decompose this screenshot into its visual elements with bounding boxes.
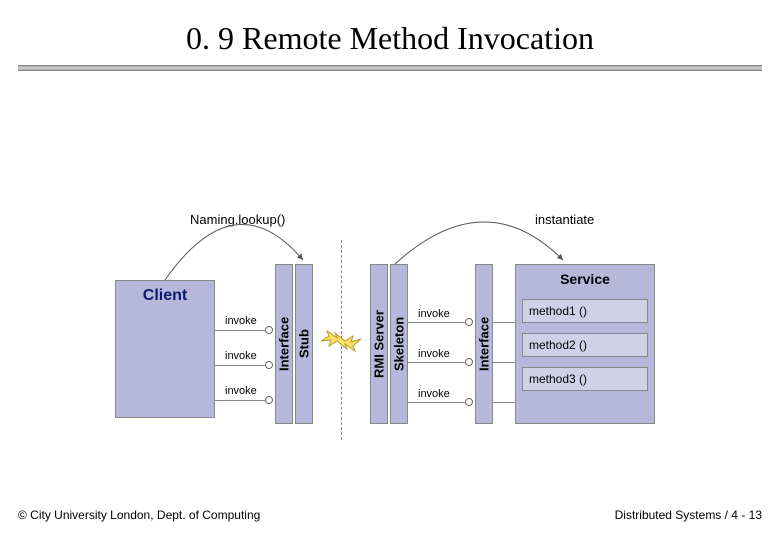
invoke-label: invoke	[418, 388, 450, 400]
connector-endpoint	[265, 396, 273, 404]
iface-service-connector	[493, 402, 515, 403]
connector-endpoint	[265, 326, 273, 334]
method-item: method1 ()	[522, 299, 648, 323]
invoke-connector	[215, 400, 265, 401]
skeleton-label: Skeleton	[392, 317, 407, 371]
interface-left-label: Interface	[277, 317, 292, 371]
interface-right-box: Interface	[475, 264, 493, 424]
client-label: Client	[143, 287, 187, 305]
invoke-label: invoke	[418, 348, 450, 360]
interface-left-box: Interface	[275, 264, 293, 424]
method-item: method3 ()	[522, 367, 648, 391]
instantiate-arc	[395, 210, 575, 270]
slide-footer: © City University London, Dept. of Compu…	[18, 508, 762, 522]
naming-lookup-arc	[165, 210, 315, 285]
client-box: Client	[115, 280, 215, 418]
connector-endpoint	[465, 318, 473, 326]
invoke-connector	[408, 402, 466, 403]
network-spark-icon	[319, 328, 363, 354]
invoke-label: invoke	[225, 315, 257, 327]
invoke-label: invoke	[225, 350, 257, 362]
stub-label: Stub	[297, 330, 312, 359]
stub-box: Stub	[295, 264, 313, 424]
invoke-connector	[408, 322, 466, 323]
title-divider	[18, 65, 762, 71]
invoke-connector	[408, 362, 466, 363]
skeleton-box: Skeleton	[390, 264, 408, 424]
invoke-label: invoke	[225, 385, 257, 397]
footer-copyright: © City University London, Dept. of Compu…	[18, 508, 260, 522]
connector-endpoint	[465, 398, 473, 406]
invoke-label: invoke	[418, 308, 450, 320]
connector-endpoint	[465, 358, 473, 366]
connector-endpoint	[265, 361, 273, 369]
service-box: Service method1 () method2 () method3 ()	[515, 264, 655, 424]
slide-title: 0. 9 Remote Method Invocation	[0, 0, 780, 65]
invoke-connector	[215, 365, 265, 366]
invoke-connector	[215, 330, 265, 331]
rmi-server-box: RMI Server	[370, 264, 388, 424]
iface-service-connector	[493, 322, 515, 323]
iface-service-connector	[493, 362, 515, 363]
rmi-server-label: RMI Server	[372, 310, 387, 378]
service-label: Service	[522, 271, 648, 287]
method-item: method2 ()	[522, 333, 648, 357]
rmi-diagram: Client Interface Stub RMI Server Skeleto…	[115, 200, 675, 430]
footer-page-number: Distributed Systems / 4 - 13	[615, 508, 762, 522]
interface-right-label: Interface	[477, 317, 492, 371]
